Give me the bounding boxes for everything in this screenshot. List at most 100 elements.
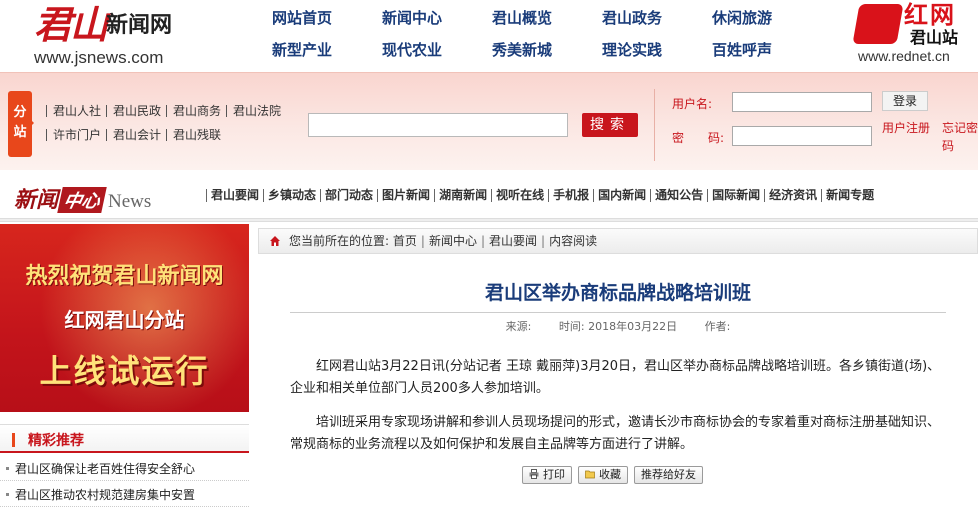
login-form: 用户名: 登录 密 码: 用户注册 忘记密码 <box>670 89 978 167</box>
divider <box>290 312 946 313</box>
breadcrumb-current: 内容阅读 <box>549 234 598 248</box>
substation-link[interactable]: 君山会计 <box>106 129 166 141</box>
article-actions: 打印 收藏 推荐给好友 <box>522 466 709 484</box>
substation-link[interactable]: 君山商务 <box>166 105 226 117</box>
login-button[interactable]: 登录 <box>882 91 928 111</box>
channel-title: 新闻 中心 News <box>14 182 194 213</box>
channel-link[interactable]: 经济资讯 <box>764 189 821 202</box>
nav-public-voice[interactable]: 百姓呼声 <box>712 38 822 62</box>
forgot-password-link[interactable]: 忘记密码 <box>942 119 978 155</box>
channel-link[interactable]: 湖南新闻 <box>434 189 491 202</box>
bullet-icon <box>6 466 9 470</box>
username-field[interactable] <box>732 92 872 112</box>
search-button[interactable]: 搜索 <box>582 113 638 137</box>
divider <box>654 89 655 161</box>
rednet-mark-icon <box>852 4 904 44</box>
article-title: 君山区举办商标品牌战略培训班 <box>484 282 751 304</box>
substation-bar: 分站 君山人社 君山民政 君山商务 君山法院 许市门户 君山会计 君山残联 搜索 用户名:… <box>0 72 978 170</box>
search-input[interactable] <box>308 113 568 137</box>
header-accent-bar <box>12 433 15 447</box>
register-link[interactable]: 用户注册 <box>882 119 936 137</box>
channel-bar: 新闻 中心 News 君山要闻 乡镇动态 部门动态 图片新闻 湖南新闻 视听在线 手机报 国内新闻… <box>0 170 978 222</box>
partner-station: 君山站 <box>910 28 959 47</box>
substation-tag: 分站 <box>8 91 34 157</box>
folder-icon <box>585 470 595 479</box>
featured-item[interactable]: 君山区推动农村规范建房集中安置 <box>0 483 249 507</box>
substation-link[interactable]: 君山民政 <box>106 105 166 117</box>
home-icon <box>270 236 280 246</box>
nav-industry[interactable]: 新型产业 <box>272 38 382 62</box>
breadcrumb-news-center[interactable]: 新闻中心 <box>429 234 477 248</box>
partner-logo[interactable]: 红网 君山站 www.rednet.cn <box>840 2 974 70</box>
channel-nav: 君山要闻 乡镇动态 部门动态 图片新闻 湖南新闻 视听在线 手机报 国内新闻 通知公告 国际新闻经… <box>206 188 878 202</box>
breadcrumb: 您当前所在的位置: 首页 | 新闻中心 | 君山要闻 | 内容阅读 <box>258 228 978 254</box>
nav-new-city[interactable]: 秀美新城 <box>492 38 602 62</box>
breadcrumb-home[interactable]: 首页 <box>393 234 417 248</box>
article-meta: 来源: 时间: 2018年03月22日 作者: <box>258 318 978 334</box>
channel-link[interactable]: 新闻专题 <box>821 189 878 202</box>
nav-tourism[interactable]: 休闲旅游 <box>712 6 822 30</box>
site-logo[interactable]: 君山新闻网 www.jsnews.com <box>34 4 214 68</box>
article-paragraph: 红网君山站3月22日讯(分站记者 王琼 戴丽萍)3月20日，君山区举办商标品牌战… <box>290 359 941 396</box>
publish-time: 时间: 2018年03月22日 <box>559 320 677 333</box>
nav-overview[interactable]: 君山概览 <box>492 6 602 30</box>
nav-government[interactable]: 君山政务 <box>602 6 712 30</box>
substation-link[interactable]: 君山残联 <box>166 129 226 141</box>
breadcrumb-prefix: 您当前所在的位置: <box>289 234 390 248</box>
featured-title: 精彩推荐 <box>28 433 84 449</box>
favorite-label: 收藏 <box>599 468 621 481</box>
promo-banner[interactable]: 热烈祝贺君山新闻网 红网君山分站 上线试运行 <box>0 224 249 412</box>
username-label: 用户名: <box>672 97 713 111</box>
substation-links: 君山人社 君山民政 君山商务 君山法院 许市门户 君山会计 君山残联 <box>46 99 306 147</box>
print-label: 打印 <box>543 468 565 481</box>
nav-news-center[interactable]: 新闻中心 <box>382 6 492 30</box>
time-value: 2018年03月22日 <box>588 320 678 333</box>
print-button[interactable]: 打印 <box>522 466 572 484</box>
channel-link[interactable]: 乡镇动态 <box>263 189 320 202</box>
featured-item-text: 君山区推动农村规范建房集中安置 <box>15 488 196 502</box>
favorite-button[interactable]: 收藏 <box>578 466 628 484</box>
channel-title-c: News <box>108 191 152 212</box>
substation-link[interactable]: 许市门户 <box>46 129 106 141</box>
logo-text: 君山新闻网 <box>34 4 172 46</box>
channel-link[interactable]: 视听在线 <box>491 189 548 202</box>
share-button[interactable]: 推荐给好友 <box>634 466 703 484</box>
divider <box>0 218 978 222</box>
channel-title-b: 中心 <box>57 187 107 213</box>
author-label: 作者: <box>704 320 731 333</box>
substation-link[interactable]: 君山法院 <box>226 105 286 117</box>
banner-line-3: 上线试运行 <box>39 352 210 390</box>
channel-link[interactable]: 君山要闻 <box>206 189 263 202</box>
channel-link[interactable]: 图片新闻 <box>377 189 434 202</box>
featured-item-text: 君山区确保让老百姓住得安全舒心 <box>15 462 196 476</box>
channel-link[interactable]: 部门动态 <box>320 189 377 202</box>
logo-sub: 新闻网 <box>106 12 173 38</box>
nav-theory[interactable]: 理论实践 <box>602 38 712 62</box>
channel-link[interactable]: 通知公告 <box>650 189 707 202</box>
featured-item[interactable]: 君山区确保让老百姓住得安全舒心 <box>0 457 249 481</box>
channel-title-a: 新闻 <box>14 187 59 213</box>
time-label: 时间: <box>558 320 585 333</box>
source-label: 来源: <box>505 320 532 333</box>
password-field[interactable] <box>732 126 872 146</box>
breadcrumb-separator: | <box>480 234 485 248</box>
top-navigation: 网站首页 新闻中心 君山概览 君山政务 休闲旅游 新型产业 现代农业 秀美新城 … <box>264 6 824 70</box>
banner-line-2: 红网君山分站 <box>64 308 185 332</box>
breadcrumb-category[interactable]: 君山要闻 <box>489 234 537 248</box>
partner-name: 红网 <box>904 0 956 29</box>
breadcrumb-separator: | <box>541 234 546 248</box>
channel-link[interactable]: 手机报 <box>548 189 593 202</box>
substation-link[interactable]: 君山人社 <box>46 105 106 117</box>
logo-main: 君山 <box>34 2 108 47</box>
nav-home[interactable]: 网站首页 <box>272 6 382 30</box>
channel-link[interactable]: 国际新闻 <box>707 189 764 202</box>
breadcrumb-separator: | <box>420 234 425 248</box>
password-label: 密 码: <box>672 131 725 145</box>
article-paragraph: 培训班采用专家现场讲解和参训人员现场提问的形式，邀请长沙市商标协会的专家着重对商… <box>290 415 941 452</box>
nav-agriculture[interactable]: 现代农业 <box>382 38 492 62</box>
partner-url: www.rednet.cn <box>858 48 950 64</box>
printer-icon <box>529 469 539 479</box>
bullet-icon <box>6 492 9 496</box>
site-header: 君山新闻网 www.jsnews.com 网站首页 新闻中心 君山概览 君山政务… <box>0 0 978 72</box>
channel-link[interactable]: 国内新闻 <box>593 189 650 202</box>
